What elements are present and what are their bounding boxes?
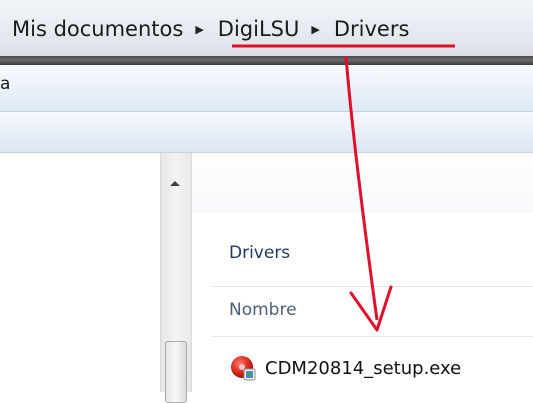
breadcrumb-separator-arrow-icon[interactable]: ▶ bbox=[311, 23, 319, 36]
file-list-pane: Drivers Nombre CDM20814_setup.exe bbox=[192, 153, 533, 392]
navigation-pane bbox=[0, 153, 160, 392]
file-name: CDM20814_setup.exe bbox=[265, 357, 462, 379]
secondary-toolbar bbox=[0, 112, 533, 153]
breadcrumb-drivers[interactable]: Drivers bbox=[332, 17, 412, 41]
file-row[interactable]: CDM20814_setup.exe bbox=[229, 353, 461, 383]
breadcrumb-digilsu[interactable]: DigiLSU bbox=[216, 17, 302, 41]
command-bar: a bbox=[0, 65, 533, 112]
breadcrumb-mis-documentos[interactable]: Mis documentos bbox=[10, 17, 185, 41]
folder-title: Drivers bbox=[229, 243, 291, 263]
command-bar-item[interactable]: a bbox=[0, 74, 10, 94]
scroll-thumb[interactable] bbox=[165, 341, 187, 403]
scroll-up-arrow-icon[interactable] bbox=[170, 181, 180, 186]
installer-exe-icon bbox=[231, 356, 256, 381]
divider bbox=[212, 336, 533, 337]
column-header-nombre[interactable]: Nombre bbox=[229, 300, 297, 320]
breadcrumb-separator-arrow-icon[interactable]: ▶ bbox=[195, 23, 203, 36]
address-bar[interactable]: Mis documentos ▶ DigiLSU ▶ Drivers bbox=[0, 0, 533, 56]
navigation-scrollbar[interactable] bbox=[160, 153, 192, 403]
window-divider bbox=[0, 56, 533, 65]
divider bbox=[212, 286, 533, 287]
pane-header-background bbox=[192, 153, 533, 213]
breadcrumb: Mis documentos ▶ DigiLSU ▶ Drivers bbox=[10, 14, 411, 44]
